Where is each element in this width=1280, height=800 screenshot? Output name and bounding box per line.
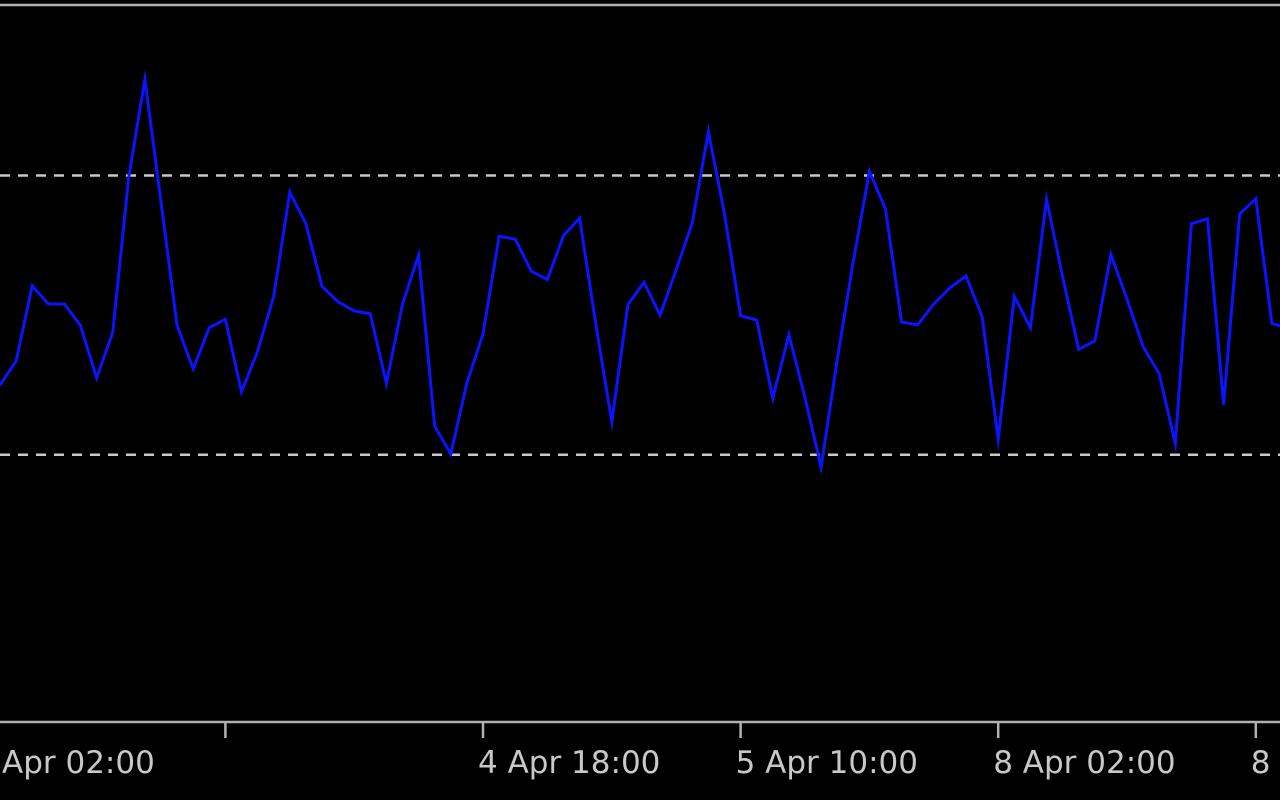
data-point xyxy=(240,391,243,393)
data-point xyxy=(433,425,436,427)
data-point xyxy=(128,176,130,178)
data-point xyxy=(1126,298,1128,300)
data-point xyxy=(884,208,887,210)
data-point xyxy=(79,324,82,327)
x-tick-label: 4 Apr 18:00 xyxy=(478,745,660,781)
chart-background xyxy=(0,0,1280,800)
data-point xyxy=(1013,295,1016,298)
data-point xyxy=(160,201,162,203)
data-point xyxy=(401,303,404,305)
data-point xyxy=(353,310,356,312)
data-point xyxy=(369,312,372,315)
data-point xyxy=(272,295,275,298)
data-point xyxy=(723,213,726,215)
data-point xyxy=(321,285,323,288)
data-point xyxy=(691,222,694,224)
data-point xyxy=(289,191,291,194)
data-point xyxy=(820,466,822,469)
data-point xyxy=(578,217,581,219)
data-point xyxy=(627,303,629,306)
data-point xyxy=(707,130,710,133)
data-point xyxy=(530,270,533,273)
data-point xyxy=(997,438,999,441)
data-point xyxy=(1142,345,1144,348)
data-point xyxy=(224,318,227,321)
data-point xyxy=(933,303,935,305)
data-point xyxy=(916,324,919,326)
data-point xyxy=(305,222,307,225)
data-point xyxy=(450,453,452,455)
data-point xyxy=(15,360,17,363)
data-point xyxy=(111,331,114,334)
data-point xyxy=(1174,442,1177,445)
data-point xyxy=(385,382,388,385)
data-point xyxy=(337,301,339,303)
data-point xyxy=(804,396,806,399)
data-point xyxy=(514,238,516,240)
data-point xyxy=(788,333,790,336)
data-point xyxy=(643,281,645,284)
data-point xyxy=(675,269,677,271)
data-point xyxy=(562,234,565,237)
data-point xyxy=(1110,253,1112,256)
x-tick-label: 8 Apr 18:00 xyxy=(1251,745,1280,781)
data-point xyxy=(466,382,468,384)
data-point xyxy=(1271,322,1273,325)
data-point xyxy=(836,359,838,361)
data-point xyxy=(772,397,774,400)
data-point xyxy=(981,315,983,318)
x-tick-label: 8 Apr 02:00 xyxy=(993,745,1175,781)
data-point xyxy=(1045,198,1048,201)
data-point xyxy=(1255,197,1257,200)
data-point xyxy=(659,314,661,316)
data-point xyxy=(417,254,420,256)
data-point xyxy=(1077,348,1080,351)
data-point xyxy=(965,275,967,277)
data-point xyxy=(755,319,758,321)
x-tick-label: Apr 02:00 xyxy=(2,745,155,781)
data-point xyxy=(482,333,484,335)
data-point xyxy=(31,285,33,287)
data-point xyxy=(1206,218,1209,220)
data-point xyxy=(63,303,66,305)
data-point xyxy=(1061,275,1064,278)
data-point xyxy=(611,421,613,423)
data-point xyxy=(256,350,259,353)
data-point xyxy=(594,322,597,325)
data-point xyxy=(546,278,549,281)
data-point xyxy=(47,303,50,305)
data-point xyxy=(1029,326,1032,329)
data-point xyxy=(739,315,742,317)
data-point xyxy=(1158,373,1160,375)
data-point xyxy=(144,78,146,80)
data-point xyxy=(192,368,194,370)
data-point xyxy=(498,235,500,238)
data-point xyxy=(1222,403,1225,406)
chart: Apr 02:00 4 Apr 18:00 5 Apr 10:00 8 Apr 02:… xyxy=(0,0,1280,800)
data-point xyxy=(208,326,211,329)
data-point xyxy=(95,377,98,379)
data-point xyxy=(1190,222,1193,225)
x-tick-label: 5 Apr 10:00 xyxy=(736,745,918,781)
data-point xyxy=(1238,213,1241,215)
data-point xyxy=(868,170,871,173)
data-point xyxy=(1094,340,1096,342)
data-point xyxy=(176,324,178,327)
data-point xyxy=(852,260,855,263)
data-point xyxy=(900,321,903,323)
data-point xyxy=(949,287,951,289)
